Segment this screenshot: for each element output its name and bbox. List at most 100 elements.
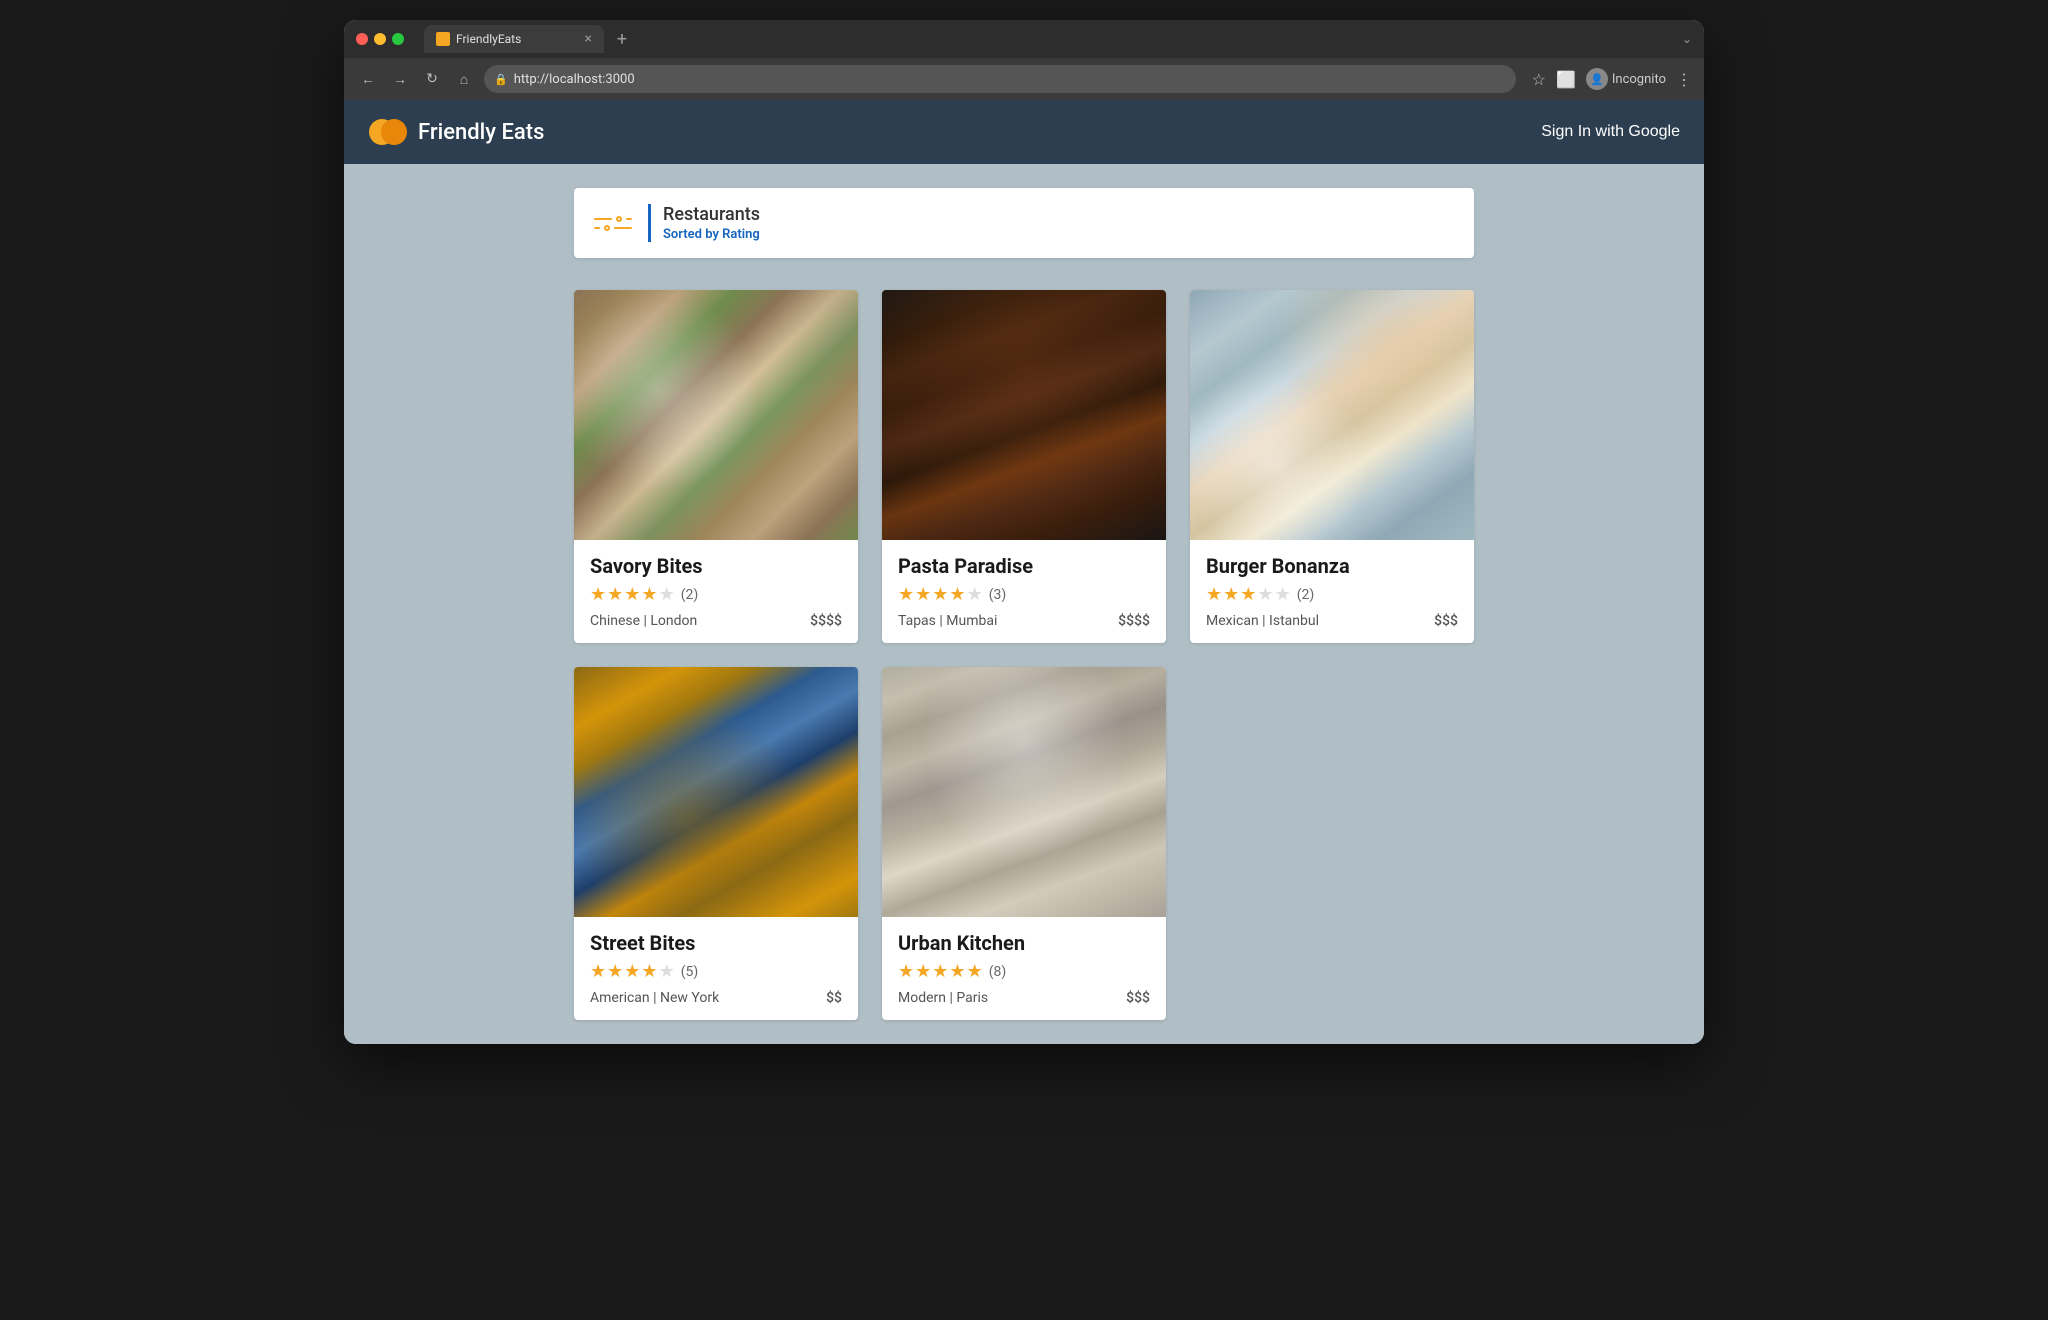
restaurant-name: Savory Bites	[590, 554, 842, 578]
minimize-button[interactable]	[374, 33, 386, 45]
star-full: ★	[915, 961, 931, 982]
filter-line-2	[594, 225, 632, 231]
rating-row: ★★★★★ (5)	[590, 961, 842, 982]
tab-title: FriendlyEats	[456, 32, 579, 46]
star-full: ★	[915, 584, 931, 605]
cuisine-location: American | New York	[590, 990, 719, 1006]
lock-icon: 🔒	[494, 73, 508, 86]
restaurant-info: Pasta Paradise ★★★★★ (3) Tapas | Mumbai …	[882, 540, 1166, 643]
filter-bar	[626, 218, 632, 220]
star-empty: ★	[659, 584, 675, 605]
star-full: ★	[1206, 584, 1222, 605]
address-bar[interactable]: 🔒 http://localhost:3000	[484, 65, 1516, 93]
star-full: ★	[1223, 584, 1239, 605]
restaurant-name: Burger Bonanza	[1206, 554, 1458, 578]
restaurants-subtitle: Sorted by Rating	[663, 227, 760, 242]
cuisine-location: Tapas | Mumbai	[898, 613, 997, 629]
filter-circle	[616, 216, 622, 222]
new-tab-button[interactable]: +	[610, 27, 634, 51]
rating-row: ★★★★★ (8)	[898, 961, 1150, 982]
filter-bar	[614, 227, 632, 229]
star-empty: ★	[1275, 584, 1291, 605]
restaurant-image	[574, 290, 858, 540]
content-wrapper: Restaurants Sorted by Rating Savory Bite…	[574, 188, 1474, 1020]
star-full: ★	[932, 961, 948, 982]
restaurant-image	[1190, 290, 1474, 540]
star-full: ★	[641, 961, 657, 982]
filter-line-1	[594, 216, 632, 222]
star-full: ★	[590, 584, 606, 605]
restaurants-title-block: Restaurants Sorted by Rating	[648, 204, 760, 242]
stars: ★★★★★	[898, 584, 983, 605]
home-button[interactable]: ⌂	[452, 67, 476, 91]
star-full: ★	[898, 584, 914, 605]
price-level: $$$$	[1118, 613, 1150, 629]
app-title: Friendly Eats	[418, 120, 544, 145]
main-content: Restaurants Sorted by Rating Savory Bite…	[344, 164, 1704, 1044]
bookmark-icon[interactable]: ☆	[1532, 70, 1546, 89]
incognito-label: Incognito	[1612, 72, 1666, 87]
incognito-badge[interactable]: 👤 Incognito	[1586, 68, 1666, 90]
restaurant-name: Urban Kitchen	[898, 931, 1150, 955]
star-empty: ★	[1257, 584, 1273, 605]
toolbar-actions: ☆ ⬜ 👤 Incognito ⋮	[1532, 68, 1692, 90]
star-full: ★	[607, 584, 623, 605]
close-button[interactable]	[356, 33, 368, 45]
rating-row: ★★★★★ (2)	[1206, 584, 1458, 605]
menu-icon[interactable]: ⋮	[1676, 70, 1692, 89]
active-tab[interactable]: FriendlyEats ×	[424, 25, 604, 53]
rating-count: (2)	[681, 587, 699, 603]
restaurant-meta: Mexican | Istanbul $$$	[1206, 613, 1458, 629]
reload-button[interactable]: ↻	[420, 67, 444, 91]
rating-count: (8)	[989, 964, 1007, 980]
cuisine-location: Modern | Paris	[898, 990, 988, 1006]
restaurants-header: Restaurants Sorted by Rating	[574, 188, 1474, 258]
star-full: ★	[932, 584, 948, 605]
star-half: ★	[967, 961, 983, 982]
split-view-icon[interactable]: ⬜	[1556, 70, 1576, 89]
maximize-button[interactable]	[392, 33, 404, 45]
restaurant-card[interactable]: Urban Kitchen ★★★★★ (8) Modern | Paris $…	[882, 667, 1166, 1020]
tab-close-button[interactable]: ×	[585, 32, 592, 46]
price-level: $$$	[1434, 613, 1458, 629]
app-header: Friendly Eats Sign In with Google	[344, 100, 1704, 164]
star-full: ★	[624, 961, 640, 982]
restaurants-title: Restaurants	[663, 204, 760, 225]
restaurant-info: Street Bites ★★★★★ (5) American | New Yo…	[574, 917, 858, 1020]
rating-row: ★★★★★ (3)	[898, 584, 1150, 605]
sign-in-button[interactable]: Sign In with Google	[1541, 123, 1680, 141]
restaurant-info: Urban Kitchen ★★★★★ (8) Modern | Paris $…	[882, 917, 1166, 1020]
price-level: $$$$	[810, 613, 842, 629]
traffic-lights	[356, 33, 404, 45]
star-empty: ★	[659, 961, 675, 982]
tab-favicon	[436, 32, 450, 46]
restaurant-meta: Chinese | London $$$$	[590, 613, 842, 629]
star-full: ★	[590, 961, 606, 982]
forward-button[interactable]: →	[388, 67, 412, 91]
restaurant-card[interactable]: Pasta Paradise ★★★★★ (3) Tapas | Mumbai …	[882, 290, 1166, 643]
cuisine-location: Chinese | London	[590, 613, 697, 629]
price-level: $$$	[1126, 990, 1150, 1006]
price-level: $$	[826, 990, 842, 1006]
logo-icon	[368, 112, 408, 152]
restaurant-info: Savory Bites ★★★★★ (2) Chinese | London …	[574, 540, 858, 643]
browser-toolbar: ← → ↻ ⌂ 🔒 http://localhost:3000 ☆ ⬜ 👤 In…	[344, 58, 1704, 100]
url-text: http://localhost:3000	[514, 72, 635, 87]
restaurant-image	[882, 290, 1166, 540]
restaurant-card[interactable]: Savory Bites ★★★★★ (2) Chinese | London …	[574, 290, 858, 643]
filter-bar	[594, 218, 612, 220]
chevron-down-icon[interactable]: ⌄	[1682, 32, 1692, 46]
restaurant-meta: Tapas | Mumbai $$$$	[898, 613, 1150, 629]
filter-icon[interactable]	[594, 216, 632, 231]
back-button[interactable]: ←	[356, 67, 380, 91]
star-full: ★	[949, 961, 965, 982]
restaurant-image	[574, 667, 858, 917]
star-full: ★	[607, 961, 623, 982]
filter-circle	[604, 225, 610, 231]
restaurant-card[interactable]: Burger Bonanza ★★★★★ (2) Mexican | Istan…	[1190, 290, 1474, 643]
star-full: ★	[898, 961, 914, 982]
rating-count: (2)	[1297, 587, 1315, 603]
star-empty: ★	[967, 584, 983, 605]
restaurant-card[interactable]: Street Bites ★★★★★ (5) American | New Yo…	[574, 667, 858, 1020]
stars: ★★★★★	[898, 961, 983, 982]
